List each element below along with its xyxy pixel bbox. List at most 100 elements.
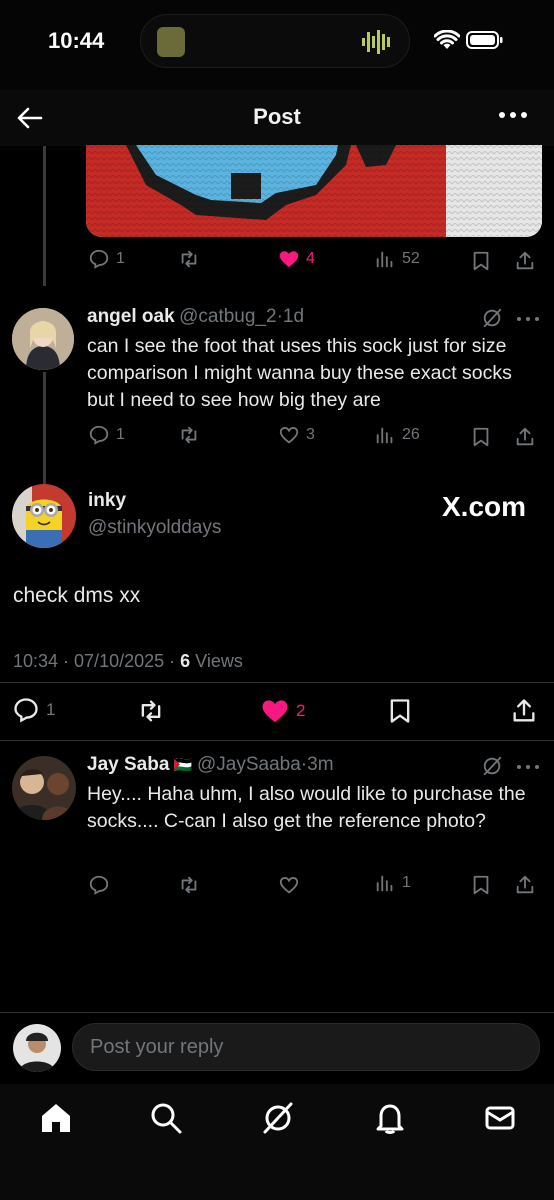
like-button[interactable]: 4 [278, 248, 315, 270]
views-button[interactable]: 1 [374, 872, 411, 894]
reply-icon[interactable] [88, 874, 110, 896]
reply-count: 1 [116, 426, 125, 443]
reply-button[interactable]: 1 [88, 424, 125, 446]
reply-actions: 1 3 26 [88, 422, 540, 452]
more-options-icon[interactable] [516, 315, 540, 323]
notifications-bell-icon[interactable] [372, 1100, 408, 1136]
own-avatar[interactable] [13, 1024, 61, 1072]
avatar[interactable] [12, 484, 76, 548]
view-count: 6 [180, 651, 191, 671]
views-chart-icon [376, 251, 393, 268]
reply-header: Jay Saba 🇵🇸 @JaySaaba·3m [87, 754, 487, 782]
post-header: Post [0, 90, 554, 146]
reply-icon [14, 698, 38, 723]
views-count: 26 [402, 426, 420, 443]
views-chart-icon [376, 875, 393, 892]
parent-post-actions: 1 4 52 [88, 246, 540, 276]
page-title: Post [253, 104, 301, 129]
post-text: check dms xx [13, 584, 141, 607]
reply-icon [89, 425, 109, 445]
author-handle[interactable]: @catbug_2 [179, 306, 276, 327]
repost-icon[interactable] [178, 874, 200, 896]
repost-icon[interactable] [137, 697, 165, 725]
palestine-flag-icon: 🇵🇸 [173, 757, 193, 774]
repost-button[interactable] [178, 248, 200, 270]
bookmark-icon[interactable] [470, 426, 492, 448]
bookmark-icon[interactable] [470, 250, 492, 272]
avatar-photo [12, 756, 76, 820]
bookmark-icon[interactable] [470, 874, 492, 896]
heart-filled-icon [279, 251, 299, 268]
author-name[interactable]: angel oak [87, 306, 175, 327]
wifi-icon [434, 30, 460, 49]
reply-input[interactable]: Post your reply [72, 1023, 540, 1071]
divider [0, 682, 554, 683]
reply-button[interactable]: 1 [12, 696, 55, 724]
reply-button[interactable]: 1 [88, 248, 125, 270]
now-playing-artwork [157, 27, 185, 57]
heart-filled-icon [262, 700, 288, 723]
status-time: 10:44 [48, 28, 105, 53]
grok-icon[interactable] [481, 755, 503, 777]
more-options-icon[interactable] [498, 110, 528, 120]
views-chart-icon [376, 427, 393, 444]
like-button[interactable]: 2 [260, 696, 305, 726]
share-icon[interactable] [510, 697, 538, 725]
repost-button[interactable] [178, 424, 200, 446]
heart-icon[interactable] [278, 874, 300, 896]
views-label[interactable]: Views [195, 651, 243, 671]
author-name[interactable]: Jay Saba [87, 754, 169, 775]
thread-connector-line [43, 146, 46, 286]
share-icon[interactable] [514, 426, 536, 448]
more-options-icon[interactable] [516, 763, 540, 771]
author-handle[interactable]: @stinkyolddays [88, 517, 221, 539]
repost-icon [181, 250, 197, 268]
views-button[interactable]: 52 [374, 248, 420, 270]
like-count: 4 [306, 250, 315, 267]
search-icon[interactable] [148, 1100, 184, 1136]
views-count: 1 [402, 874, 411, 891]
repost-icon [181, 426, 197, 444]
bottom-tab-bar [0, 1084, 554, 1200]
post-age: 3m [307, 754, 334, 775]
divider [0, 740, 554, 741]
avatar[interactable] [12, 756, 76, 820]
home-icon[interactable] [38, 1100, 74, 1136]
reply-text: Hey.... Haha uhm, I also would like to p… [87, 783, 526, 832]
reply-count: 1 [116, 250, 125, 267]
minion-avatar [12, 484, 76, 548]
post-age: 1d [282, 306, 305, 327]
audio-waveform-icon [362, 30, 390, 54]
post-timestamp: 10:34 · 07/10/2025 · [13, 651, 176, 671]
main-post-actions: 1 2 [12, 694, 542, 728]
sock-photo [86, 145, 542, 237]
status-bar: 10:44 [0, 0, 554, 90]
own-avatar-photo [13, 1024, 61, 1072]
messages-envelope-icon[interactable] [482, 1100, 518, 1136]
grok-icon[interactable] [481, 307, 503, 329]
like-button[interactable]: 3 [278, 424, 315, 446]
reply-text: can I see the foot that uses this sock j… [87, 335, 512, 411]
author-name[interactable]: inky [88, 490, 126, 512]
reply-icon [89, 249, 109, 269]
views-button[interactable]: 26 [374, 424, 420, 446]
heart-icon [279, 427, 299, 444]
share-icon[interactable] [514, 874, 536, 896]
bookmark-icon[interactable] [386, 697, 414, 725]
avatar-photo [12, 308, 74, 370]
thread-connector-line [43, 372, 46, 484]
reply-count: 1 [46, 700, 56, 719]
grok-icon[interactable] [260, 1100, 296, 1136]
avatar[interactable] [12, 308, 74, 370]
share-icon[interactable] [514, 250, 536, 272]
like-count: 2 [296, 701, 306, 720]
post-image[interactable] [86, 145, 542, 237]
views-count: 52 [402, 250, 420, 267]
reply-actions: 1 [88, 870, 540, 900]
dynamic-island [140, 14, 410, 68]
battery-icon [466, 31, 503, 49]
x-com-watermark: X.com [442, 491, 527, 522]
reply-header: angel oak @catbug_2·1d [87, 306, 527, 334]
post-meta: 10:34 · 07/10/2025 · 6 Views [13, 651, 243, 672]
author-handle[interactable]: @JaySaaba [197, 754, 301, 775]
